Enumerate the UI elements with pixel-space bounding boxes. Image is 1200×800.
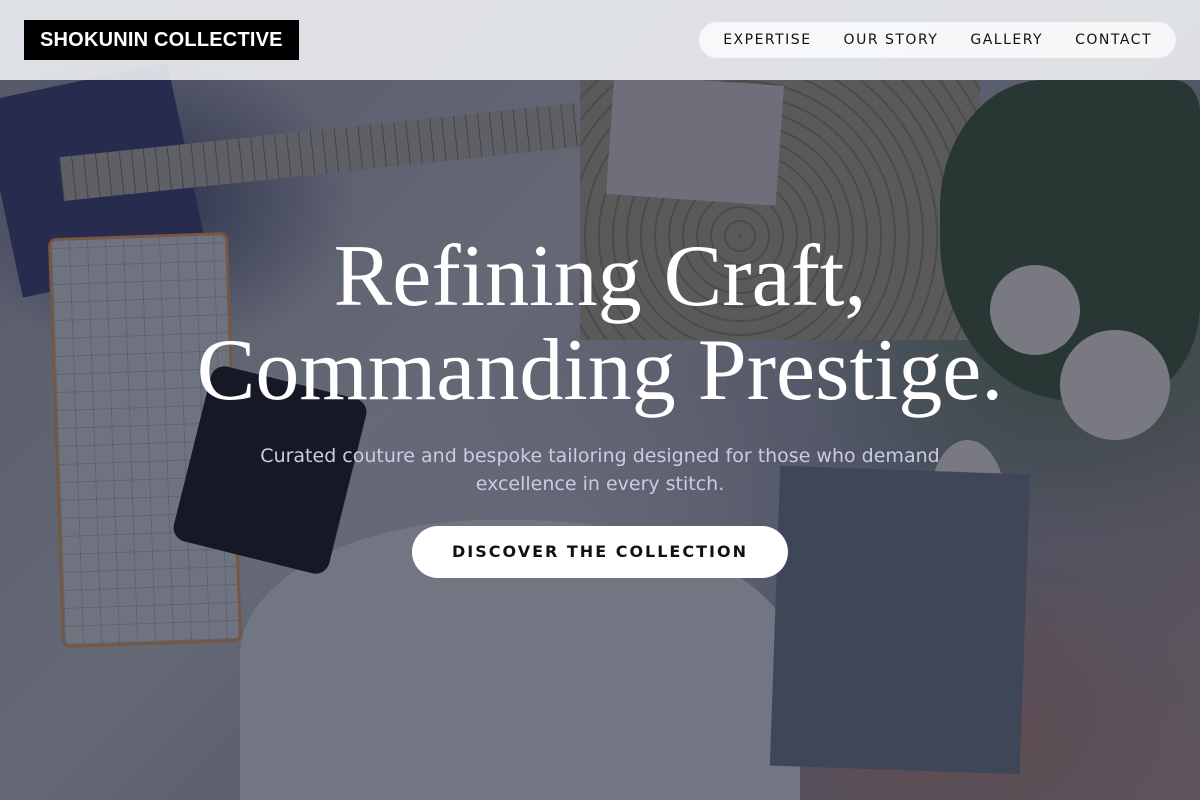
hero-subtitle: Curated couture and bespoke tailoring de…: [260, 445, 940, 495]
nav-link-our-story[interactable]: OUR STORY: [844, 32, 939, 48]
hero-headline: Refining Craft, Commanding Prestige.: [0, 230, 1200, 418]
discover-collection-button[interactable]: DISCOVER THE COLLECTION: [412, 526, 788, 578]
nav-link-contact[interactable]: CONTACT: [1075, 32, 1152, 48]
hero-headline-line2: Commanding Prestige.: [196, 322, 1004, 419]
nav-menu: EXPERTISE OUR STORY GALLERY CONTACT: [699, 22, 1176, 58]
brand-logo[interactable]: SHOKUNIN COLLECTIVE: [24, 20, 299, 60]
hero-content: Refining Craft, Commanding Prestige. Cur…: [0, 230, 1200, 578]
nav-link-gallery[interactable]: GALLERY: [970, 32, 1043, 48]
hero-headline-line1: Refining Craft,: [333, 228, 867, 325]
nav-link-expertise[interactable]: EXPERTISE: [723, 32, 811, 48]
top-navbar: SHOKUNIN COLLECTIVE EXPERTISE OUR STORY …: [0, 0, 1200, 80]
